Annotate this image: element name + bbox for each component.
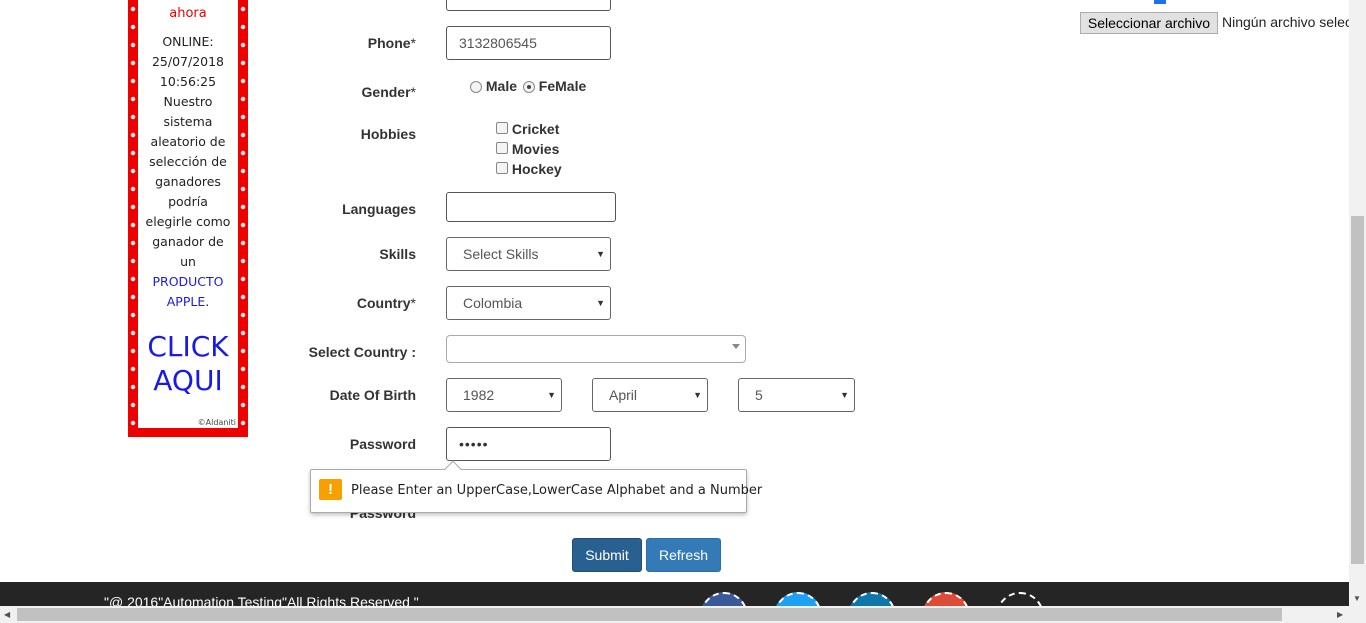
refresh-button[interactable]: Refresh: [646, 538, 721, 572]
skills-select[interactable]: Select Skills ▼: [446, 237, 611, 271]
password-label: Password: [349, 436, 416, 452]
dob-month-value: April: [609, 387, 638, 403]
hobby-movies-label: Movies: [511, 141, 560, 157]
gender-radio-group: Male FeMale: [470, 78, 586, 94]
choose-file-button[interactable]: Seleccionar archivo: [1080, 12, 1218, 34]
ad-text-lines: ONLINE: 25/07/2018 10:56:25 Nuestro sist…: [138, 32, 238, 312]
dob-month-select[interactable]: April ▼: [592, 378, 708, 412]
ad-line: Nuestro: [163, 94, 213, 109]
dob-year-select[interactable]: 1982 ▼: [446, 378, 562, 412]
select-country-label: Select Country :: [308, 344, 416, 360]
tooltip-message: Please Enter an UpperCase,LowerCase Alph…: [351, 483, 763, 498]
gender-male-radio[interactable]: [470, 81, 482, 94]
hobbies-label: Hobbies: [360, 126, 416, 142]
hobby-hockey-checkbox[interactable]: [496, 162, 508, 174]
scroll-down-arrow-icon[interactable]: ▼: [1353, 594, 1361, 603]
ad-line: 10:56:25: [159, 74, 217, 89]
file-status-text: Ningún archivo seleccionado: [1222, 14, 1349, 30]
ad-link-suffix: .: [205, 294, 210, 309]
country-label: Country*: [356, 295, 416, 311]
ad-line: aleatorio de: [150, 134, 226, 149]
hobby-hockey-label: Hockey: [511, 161, 562, 177]
chevron-down-icon: ▼: [840, 390, 849, 400]
ad-red-text: ahora: [169, 6, 207, 21]
ad-product-link[interactable]: PRODUCTO: [152, 274, 223, 289]
ad-line: sistema: [163, 114, 213, 129]
chevron-down-icon: ▼: [547, 390, 556, 400]
hobby-movies-checkbox[interactable]: [496, 142, 508, 154]
country-select[interactable]: Colombia ▼: [446, 286, 611, 320]
warning-icon: !: [319, 479, 342, 500]
dob-day-select[interactable]: 5 ▼: [738, 378, 855, 412]
ad-content[interactable]: ahora ONLINE: 25/07/2018 10:56:25 Nuestr…: [138, 0, 238, 428]
dob-label: Date Of Birth: [329, 387, 416, 403]
skills-select-value: Select Skills: [463, 246, 539, 262]
gender-male-label: Male: [485, 78, 518, 94]
ad-line: ganador de: [152, 234, 224, 249]
dob-day-value: 5: [755, 387, 763, 403]
chevron-down-icon: ▼: [693, 390, 702, 400]
skills-label: Skills: [379, 246, 416, 262]
ad-line: un: [180, 254, 196, 269]
scroll-left-arrow-icon[interactable]: ◀: [4, 610, 10, 619]
gender-female-radio[interactable]: [522, 81, 535, 94]
hobby-cricket-label: Cricket: [511, 121, 560, 137]
phone-label: Phone*: [367, 35, 416, 51]
chevron-down-icon: ▼: [596, 249, 605, 259]
submit-button[interactable]: Submit: [572, 538, 642, 572]
hobbies-checkbox-group: Cricket Movies Hockey: [496, 119, 562, 179]
dob-year-value: 1982: [463, 387, 495, 403]
ad-line: ganadores: [155, 174, 221, 189]
languages-input[interactable]: [446, 192, 616, 222]
ad-line: selección de: [149, 154, 227, 169]
ad-line: 25/07/2018: [151, 54, 225, 69]
phone-input[interactable]: 3132806545: [446, 26, 611, 60]
chevron-down-icon: [732, 344, 740, 349]
ad-cta[interactable]: CLICK AQUI: [138, 330, 238, 398]
chevron-down-icon: ▼: [596, 298, 605, 308]
gender-label: Gender*: [361, 84, 416, 100]
ad-cta-line: CLICK: [147, 330, 229, 363]
country-select-value: Colombia: [463, 295, 523, 311]
email-field[interactable]: [446, 0, 611, 11]
horizontal-scrollbar-thumb[interactable]: [17, 608, 1282, 621]
image-preview-edge: [1154, 0, 1166, 4]
vertical-scrollbar-thumb[interactable]: [1351, 216, 1364, 564]
hobby-cricket-checkbox[interactable]: [496, 122, 508, 134]
ad-line: ONLINE:: [162, 34, 214, 49]
scroll-right-arrow-icon[interactable]: ▶: [1337, 610, 1343, 619]
languages-label: Languages: [342, 201, 416, 217]
ad-product-link[interactable]: APPLE: [167, 294, 206, 309]
ad-copyright: ©Aldaniti: [197, 418, 236, 427]
ad-line: podría: [168, 194, 208, 209]
gender-female-label: FeMale: [538, 78, 587, 94]
ad-line: elegirle como: [145, 214, 231, 229]
ad-cta-line: AQUI: [153, 364, 223, 397]
select-country-dropdown[interactable]: [446, 335, 746, 363]
password-input[interactable]: •••••: [446, 427, 611, 461]
